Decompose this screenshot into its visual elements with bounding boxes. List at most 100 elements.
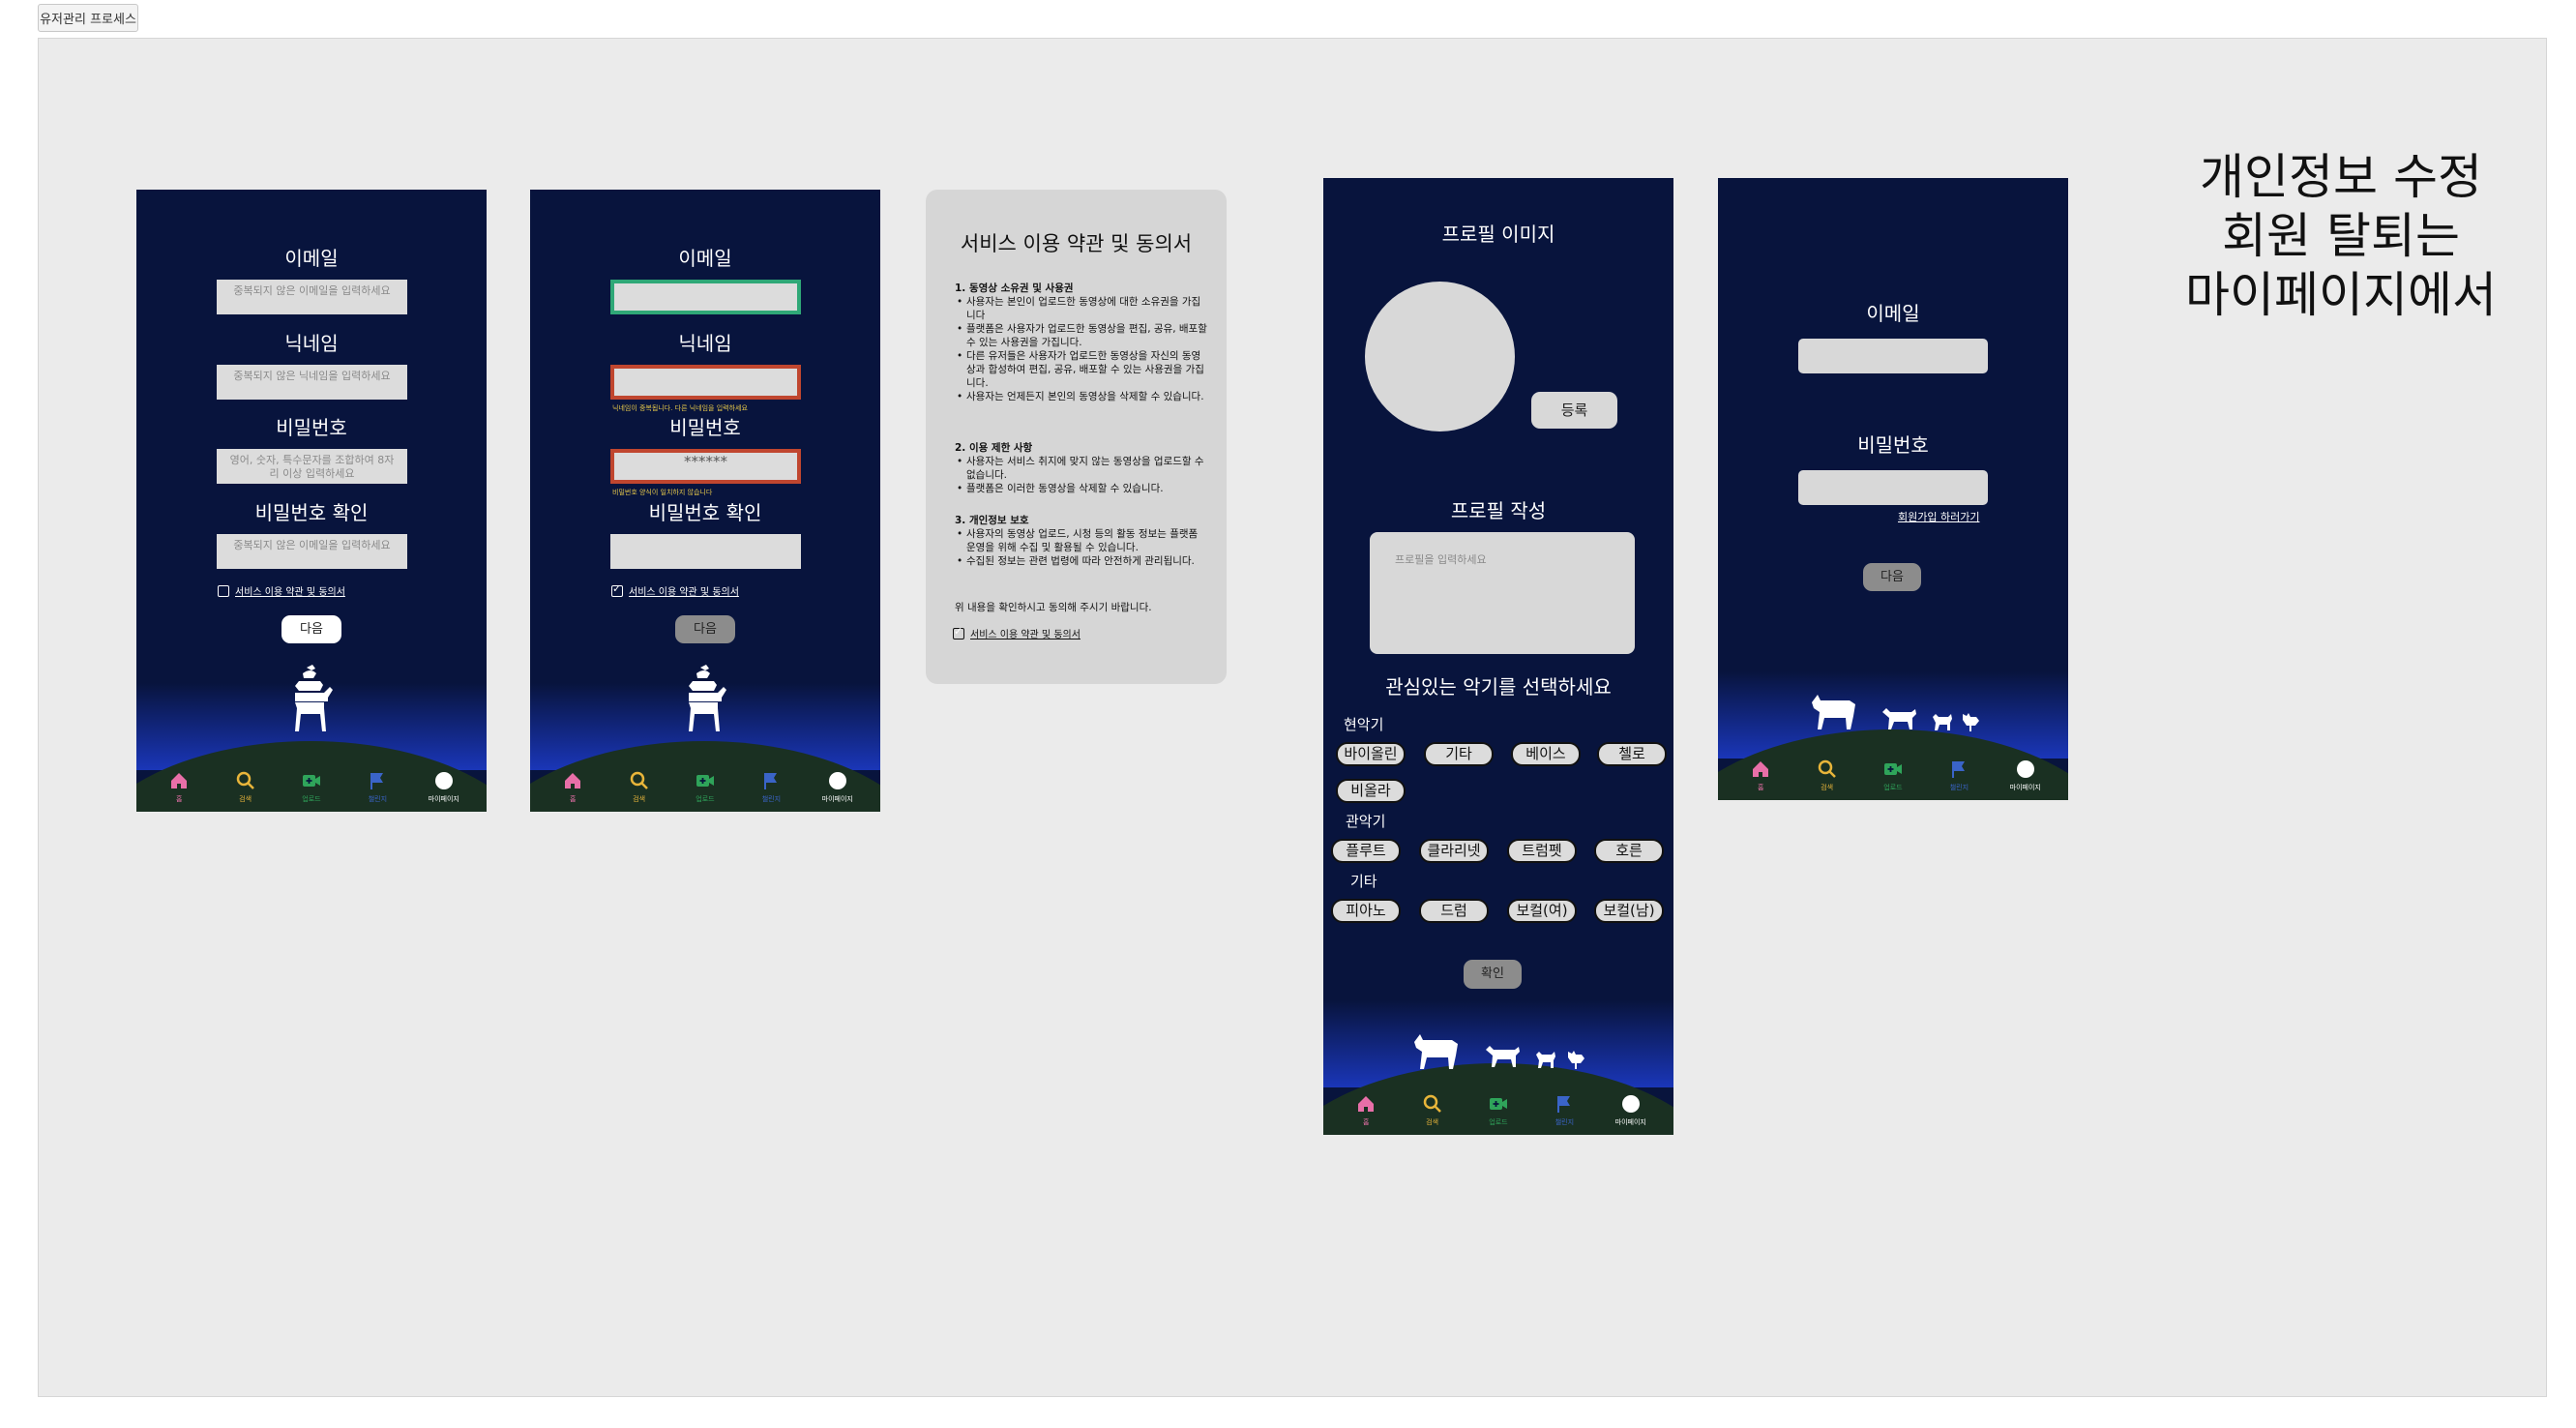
donkey-icon (1812, 695, 1855, 729)
instrument-chip[interactable]: 피아노 (1331, 899, 1401, 923)
next-button[interactable]: 다음 (281, 615, 341, 643)
avatar-icon (828, 771, 846, 789)
search-icon (630, 771, 648, 789)
profile-textarea[interactable]: 프로필을 입력하세요 (1370, 532, 1635, 654)
password-label: 비밀번호 (1857, 433, 1929, 457)
nav-mypage[interactable]: 마이페이지 (415, 770, 473, 804)
video-plus-icon (696, 774, 714, 787)
terms-section-restrictions: 2. 이용 제한 사항 사용자는 서비스 취지에 맞지 않는 동영상을 업로드할… (955, 441, 1208, 495)
nav-search[interactable]: 검색 (1798, 759, 1856, 792)
profile-image-placeholder[interactable] (1365, 282, 1515, 431)
password-input-error[interactable]: ****** (610, 449, 801, 484)
terms-agree-label[interactable]: 서비스 이용 약관 및 동의서 (235, 583, 345, 598)
nav-upload[interactable]: 업로드 (282, 770, 341, 804)
note-line: 개인정보 수정 (2200, 149, 2482, 205)
password-placeholder-line2: 리 이상 입력하세요 (269, 467, 355, 480)
profile-write-label: 프로필 작성 (1450, 499, 1547, 522)
email-input[interactable]: 중복되지 않은 이메일을 입력하세요 (217, 280, 407, 314)
town-musicians-icon (295, 665, 333, 731)
signup-link[interactable]: 회원가입 하러가기 (1898, 509, 1979, 524)
video-plus-icon (1489, 1097, 1507, 1110)
signup-screen: 이메일 중복되지 않은 이메일을 입력하세요 닉네임 중복되지 않은 닉네임을 … (136, 190, 487, 812)
instrument-chip[interactable]: 호른 (1594, 839, 1664, 863)
email-input-focused[interactable] (610, 280, 801, 314)
confirm-button[interactable]: 확인 (1464, 960, 1522, 989)
frame-tab-label[interactable]: 유저관리 프로세스 (38, 4, 138, 32)
avatar-icon (1621, 1094, 1640, 1113)
category-other: 기타 (1350, 873, 1377, 890)
nav-home[interactable]: 홈 (1732, 759, 1790, 792)
terms-checkbox[interactable] (218, 584, 229, 597)
list-item: 플랫폼은 사용자가 업로드한 동영상을 편집, 공유, 배포할 수 있는 사용권… (955, 322, 1208, 349)
next-button-disabled[interactable]: 다음 (675, 615, 735, 643)
profile-image-label: 프로필 이미지 (1441, 223, 1555, 246)
next-button[interactable]: 다음 (1863, 563, 1921, 591)
terms-checkbox-checked[interactable] (611, 582, 623, 597)
category-strings: 현악기 (1344, 716, 1384, 733)
terms-checkbox-checked[interactable] (953, 625, 964, 640)
terms-agree-label[interactable]: 서비스 이용 약관 및 동의서 (629, 583, 739, 598)
instrument-chip[interactable]: 베이스 (1511, 742, 1581, 766)
section-title: 2. 이용 제한 사항 (955, 442, 1033, 454)
instrument-chip[interactable]: 클라리넷 (1419, 839, 1489, 863)
nav-mypage[interactable]: 마이페이지 (1997, 759, 2055, 792)
home-icon (1753, 760, 1769, 777)
nav-challenge[interactable]: 챌린지 (348, 770, 406, 804)
email-label: 이메일 (1866, 302, 1920, 325)
nav-search[interactable]: 검색 (217, 770, 275, 804)
nav-search[interactable]: 검색 (610, 770, 668, 804)
nav-upload[interactable]: 업로드 (1864, 759, 1922, 792)
list-item: 사용자의 동영상 업로드, 시청 등의 활동 정보는 플랫폼 운영을 위해 수집… (955, 527, 1208, 554)
bottom-nav: 홈 검색 업로드 챌린지 마이페이지 (1718, 750, 2068, 800)
nav-mypage[interactable]: 마이페이지 (809, 770, 867, 804)
instrument-chip[interactable]: 기타 (1424, 742, 1494, 766)
bottom-nav: 홈 검색 업로드 챌린지 마이페이지 (136, 761, 487, 812)
instrument-chip[interactable]: 드럼 (1419, 899, 1489, 923)
instrument-chip[interactable]: 보컬(남) (1594, 899, 1664, 923)
search-icon (236, 771, 254, 789)
terms-agree-row[interactable]: 서비스 이용 약관 및 동의서 (218, 583, 345, 598)
dog-icon (1486, 1046, 1520, 1067)
instrument-chip[interactable]: 트럼펫 (1507, 839, 1577, 863)
instrument-chip[interactable]: 바이올린 (1336, 742, 1406, 766)
instrument-chip[interactable]: 비올라 (1336, 779, 1406, 803)
list-item: 사용자는 서비스 취지에 맞지 않는 동영상을 업로드할 수 없습니다. (955, 455, 1208, 482)
nav-upload[interactable]: 업로드 (1469, 1093, 1527, 1127)
nav-challenge[interactable]: 챌린지 (1930, 759, 1988, 792)
dog-icon (1882, 708, 1916, 729)
list-item: 사용자는 본인이 업로드한 동영상에 대한 소유권을 가집니다 (955, 295, 1208, 322)
instrument-chip[interactable]: 보컬(여) (1507, 899, 1577, 923)
rooster-icon (1568, 1051, 1584, 1069)
nav-challenge[interactable]: 챌린지 (1535, 1093, 1593, 1127)
nav-search[interactable]: 검색 (1404, 1093, 1462, 1127)
register-button[interactable]: 등록 (1531, 392, 1617, 429)
annotation-note: 개인정보 수정 회원 탈퇴는 마이페이지에서 (2167, 148, 2515, 325)
nickname-input[interactable]: 중복되지 않은 닉네임을 입력하세요 (217, 365, 407, 400)
nav-home[interactable]: 홈 (1337, 1093, 1395, 1127)
nav-upload[interactable]: 업로드 (676, 770, 734, 804)
nav-home[interactable]: 홈 (150, 770, 208, 804)
password-confirm-input[interactable]: 중복되지 않은 이메일을 입력하세요 (217, 534, 407, 569)
password-input[interactable] (1798, 470, 1988, 505)
flag-icon (1952, 760, 1966, 778)
password-confirm-input[interactable] (610, 534, 801, 569)
terms-footer: 위 내용을 확인하시고 동의해 주시기 바랍니다. (955, 602, 1152, 613)
terms-agree-row[interactable]: 서비스 이용 약관 및 동의서 (953, 625, 1081, 640)
login-screen: 이메일 비밀번호 회원가입 하러가기 다음 홈 검색 업로드 챌린지 마이페이지 (1718, 178, 2068, 800)
avatar-icon (434, 771, 453, 789)
terms-agree-label[interactable]: 서비스 이용 약관 및 동의서 (970, 626, 1081, 640)
instrument-chip[interactable]: 플루트 (1331, 839, 1401, 863)
nav-challenge[interactable]: 챌린지 (742, 770, 800, 804)
password-input[interactable]: 영어, 숫자, 특수문자를 조합하여 8자 리 이상 입력하세요 (217, 449, 407, 484)
nickname-input-error[interactable] (610, 365, 801, 400)
flag-icon (764, 772, 778, 789)
terms-agree-row[interactable]: 서비스 이용 약관 및 동의서 (611, 582, 739, 598)
bottom-nav: 홈 검색 업로드 챌린지 마이페이지 (530, 761, 880, 812)
nav-home[interactable]: 홈 (544, 770, 602, 804)
email-input[interactable] (1798, 339, 1988, 373)
nav-mypage[interactable]: 마이페이지 (1602, 1093, 1660, 1127)
password-label: 비밀번호 (276, 416, 347, 439)
town-musicians-icon (689, 665, 726, 731)
instrument-chip[interactable]: 첼로 (1597, 742, 1667, 766)
list-item: 사용자는 언제든지 본인의 동영상을 삭제할 수 있습니다. (955, 390, 1208, 403)
